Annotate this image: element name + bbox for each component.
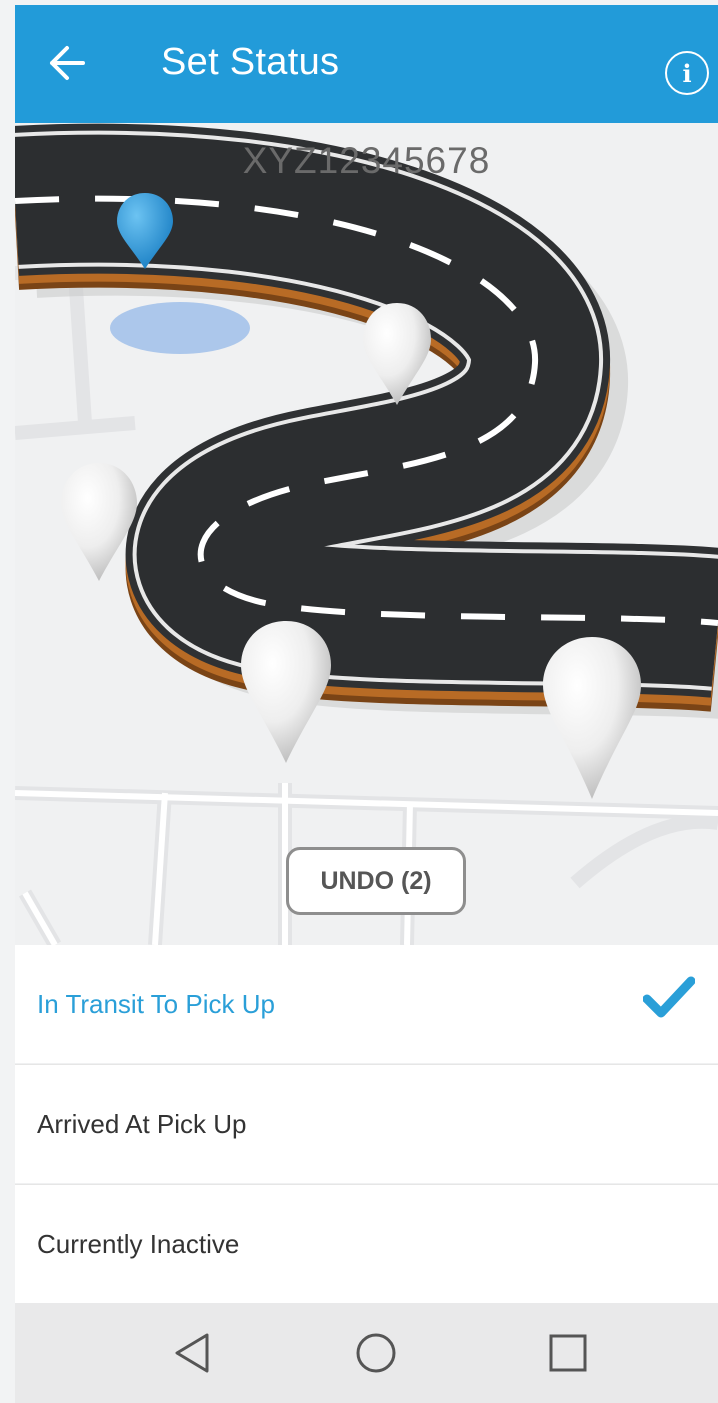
road-map-illustration [15,123,718,945]
status-item-in-transit[interactable]: In Transit To Pick Up [15,945,718,1063]
status-label: Currently Inactive [37,1229,240,1259]
system-nav-bar [15,1303,718,1403]
status-list: In Transit To Pick Up Arrived At Pick Up… [15,945,718,1303]
undo-button[interactable]: UNDO (2) [286,847,466,915]
nav-recents-button[interactable] [540,1327,596,1379]
triangle-back-icon [175,1333,209,1373]
app-bar: Set Status i [15,5,718,123]
status-item-arrived[interactable]: Arrived At Pick Up [15,1065,718,1183]
status-item-inactive[interactable]: Currently Inactive [15,1185,718,1303]
arrow-left-icon [50,46,85,80]
status-label: Arrived At Pick Up [37,1109,247,1139]
stop-pin [241,621,331,763]
status-label: In Transit To Pick Up [37,989,275,1019]
info-button[interactable]: i [665,51,709,95]
back-button[interactable] [41,37,93,89]
nav-home-button[interactable] [348,1327,404,1379]
stop-pin [543,637,641,799]
nav-back-button[interactable] [165,1327,221,1379]
info-icon: i [682,58,692,88]
checkmark-icon [643,976,695,1018]
square-recents-icon [549,1334,587,1372]
vehicle-id: XYZ12345678 [242,140,491,181]
route-illustration: XYZ12345678 UNDO (2) [15,123,718,945]
screen: Set Status i XYZ12345678 UNDO (2) In Tra… [15,5,718,1403]
circle-home-icon [356,1333,396,1373]
page-title: Set Status [161,41,340,83]
lake [110,302,250,354]
